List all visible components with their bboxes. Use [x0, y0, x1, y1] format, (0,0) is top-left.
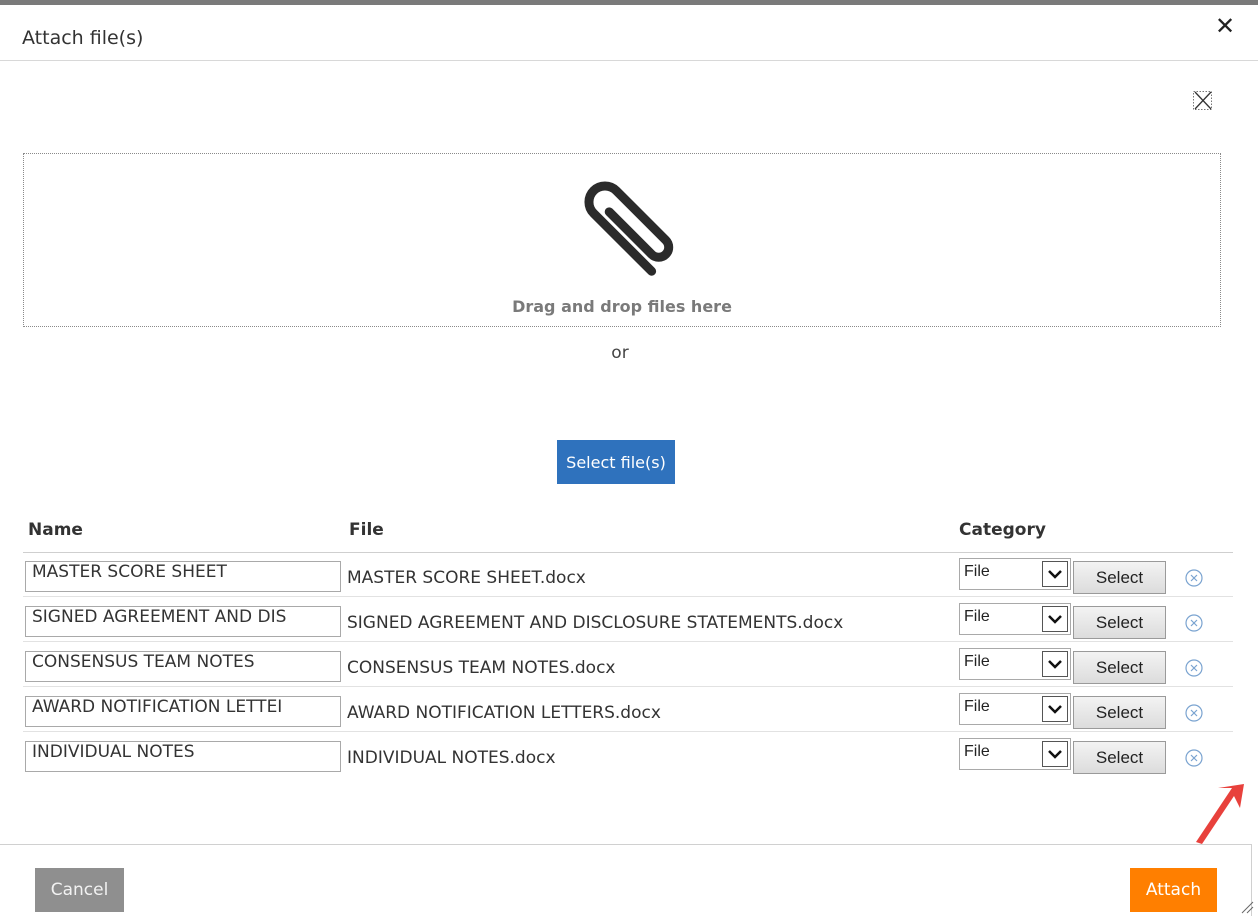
file-filename: SIGNED AGREEMENT AND DISCLOSURE STATEMEN…	[347, 613, 844, 633]
red-arrow-annotation-icon	[1196, 784, 1244, 844]
file-name-input[interactable]: MASTER SCORE SHEET	[25, 561, 341, 592]
category-value: File	[964, 653, 990, 670]
file-name-input[interactable]: INDIVIDUAL NOTES	[25, 741, 341, 772]
resize-handle-icon[interactable]	[1238, 898, 1254, 914]
category-select-button[interactable]: Select	[1073, 606, 1166, 639]
category-select[interactable]: File	[959, 693, 1071, 725]
header-name: Name	[28, 520, 83, 540]
or-separator: or	[611, 343, 629, 363]
category-value: File	[964, 743, 990, 760]
category-value: File	[964, 698, 990, 715]
table-row: MASTER SCORE SHEET MASTER SCORE SHEET.do…	[23, 553, 1233, 597]
chevron-down-icon[interactable]	[1042, 696, 1068, 722]
chevron-down-icon[interactable]	[1042, 741, 1068, 767]
category-select-button[interactable]: Select	[1073, 741, 1166, 774]
file-filename: CONSENSUS TEAM NOTES.docx	[347, 658, 616, 678]
file-filename: MASTER SCORE SHEET.docx	[347, 568, 586, 588]
category-select[interactable]: File	[959, 558, 1071, 590]
dialog-footer	[0, 844, 1252, 916]
drop-zone[interactable]: Drag and drop files here	[23, 153, 1221, 327]
remove-file-icon[interactable]	[1185, 614, 1203, 632]
remove-file-icon[interactable]	[1185, 749, 1203, 767]
file-name-input[interactable]: SIGNED AGREEMENT AND DIS	[25, 606, 341, 637]
close-icon[interactable]: ✕	[1215, 14, 1235, 38]
category-select-button[interactable]: Select	[1073, 696, 1166, 729]
paperclip-icon	[584, 181, 674, 276]
chevron-down-icon[interactable]	[1042, 561, 1068, 587]
table-row: INDIVIDUAL NOTES INDIVIDUAL NOTES.docx F…	[23, 733, 1233, 777]
table-row: SIGNED AGREEMENT AND DIS SIGNED AGREEMEN…	[23, 598, 1233, 642]
remove-file-icon[interactable]	[1185, 659, 1203, 677]
category-select[interactable]: File	[959, 648, 1071, 680]
table-row: CONSENSUS TEAM NOTES CONSENSUS TEAM NOTE…	[23, 643, 1233, 687]
remove-file-icon[interactable]	[1185, 704, 1203, 722]
cancel-button[interactable]: Cancel	[35, 868, 124, 912]
file-name-input[interactable]: AWARD NOTIFICATION LETTEI	[25, 696, 341, 727]
category-select-button[interactable]: Select	[1073, 561, 1166, 594]
header-category: Category	[959, 520, 1046, 540]
drop-zone-text: Drag and drop files here	[512, 297, 732, 316]
select-files-button[interactable]: Select file(s)	[557, 440, 675, 484]
clear-all-icon[interactable]	[1192, 89, 1213, 111]
file-name-input[interactable]: CONSENSUS TEAM NOTES	[25, 651, 341, 682]
header-file: File	[349, 520, 384, 540]
dialog-title: Attach file(s)	[22, 27, 144, 49]
file-filename: AWARD NOTIFICATION LETTERS.docx	[347, 703, 661, 723]
category-value: File	[964, 563, 990, 580]
remove-file-icon[interactable]	[1185, 569, 1203, 587]
attach-button[interactable]: Attach	[1130, 868, 1217, 912]
chevron-down-icon[interactable]	[1042, 606, 1068, 632]
category-select[interactable]: File	[959, 738, 1071, 770]
category-value: File	[964, 608, 990, 625]
category-select[interactable]: File	[959, 603, 1071, 635]
table-row: AWARD NOTIFICATION LETTEI AWARD NOTIFICA…	[23, 688, 1233, 732]
file-filename: INDIVIDUAL NOTES.docx	[347, 748, 556, 768]
dialog-titlebar: Attach file(s)	[0, 5, 1258, 61]
chevron-down-icon[interactable]	[1042, 651, 1068, 677]
category-select-button[interactable]: Select	[1073, 651, 1166, 684]
